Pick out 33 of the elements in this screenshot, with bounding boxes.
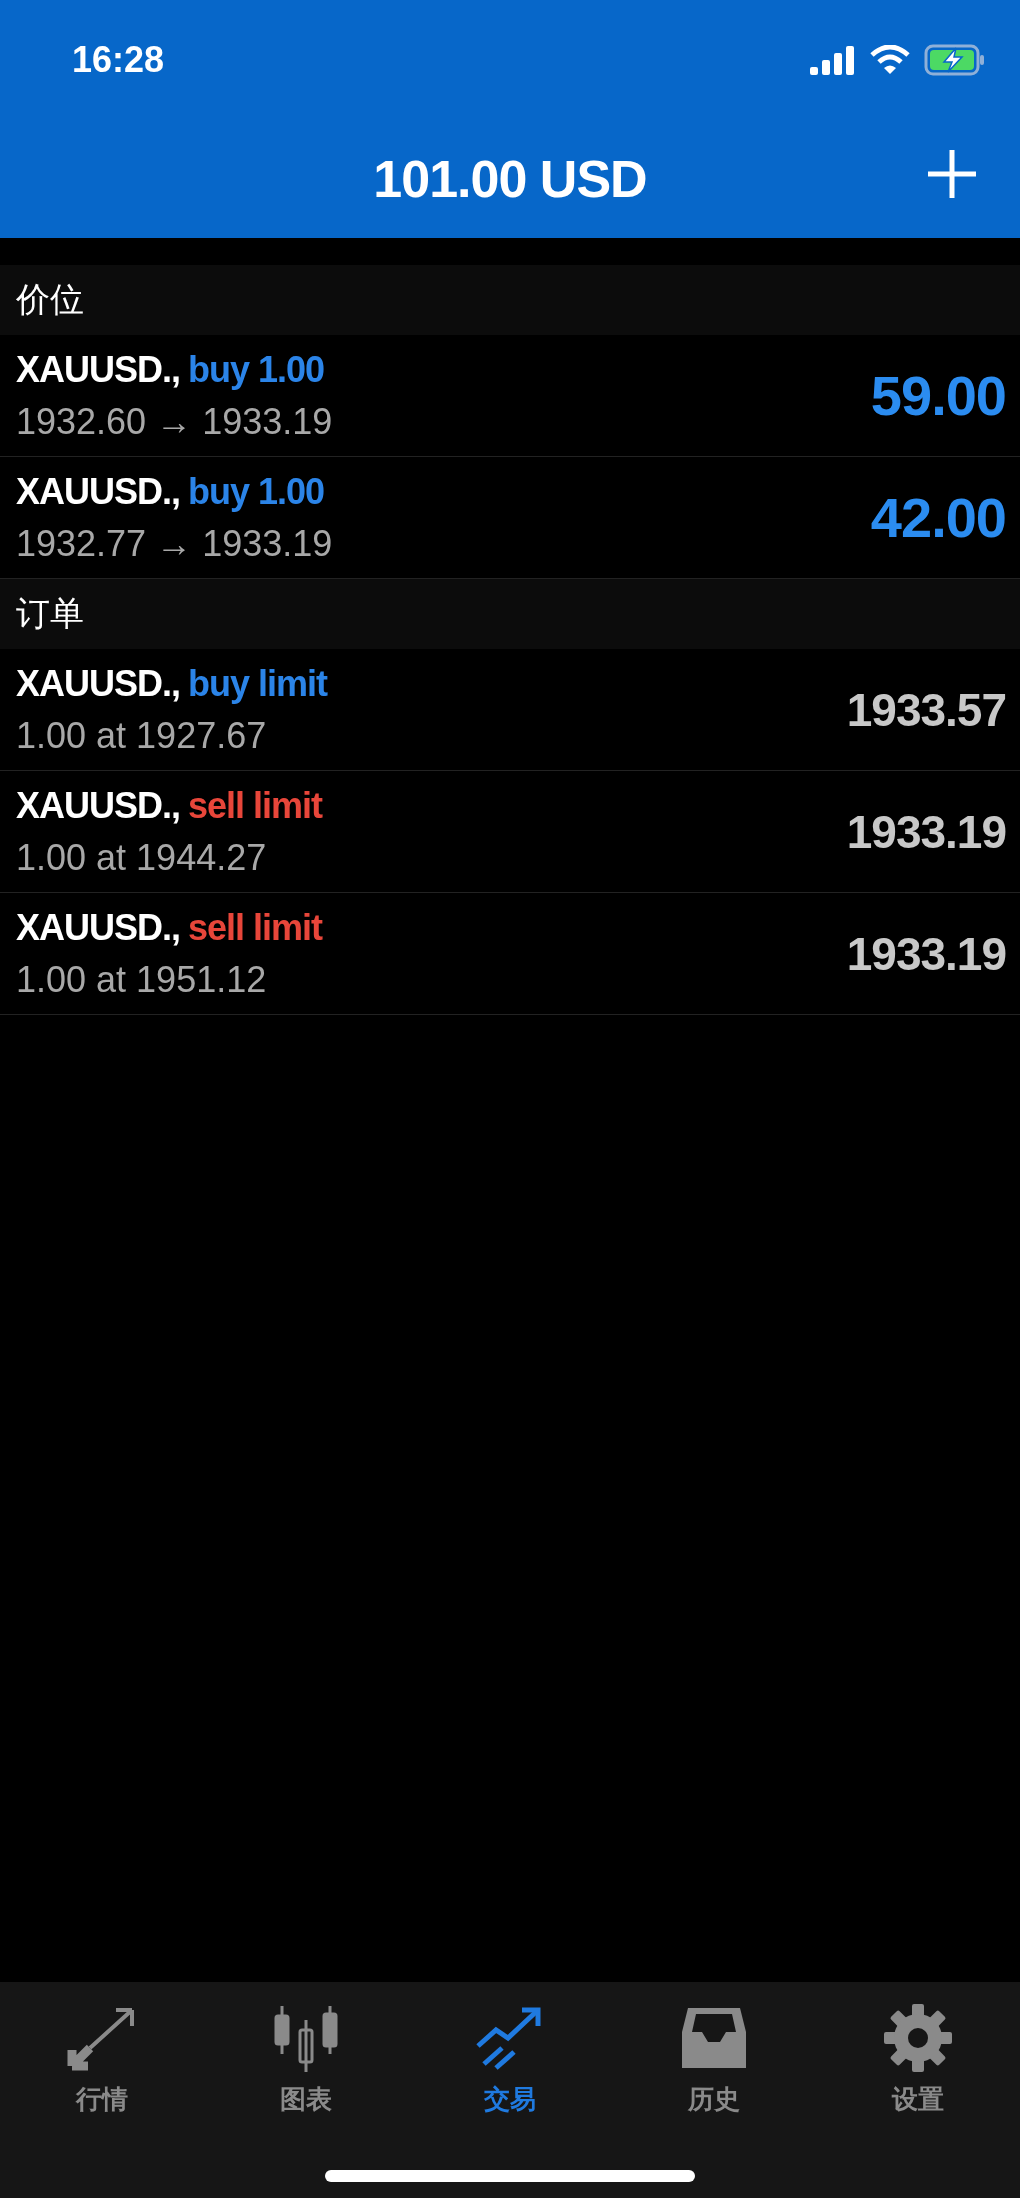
trade-type-label: buy 1.00 bbox=[188, 470, 325, 513]
wifi-icon bbox=[870, 45, 910, 75]
tab-bar-item[interactable]: 历史 bbox=[634, 1998, 794, 2121]
price-detail: 1.00 at 1927.67 bbox=[16, 714, 268, 757]
price-detail: 1932.77 → 1933.19 bbox=[16, 522, 333, 565]
current-price: 1933.57 bbox=[846, 682, 1006, 737]
price-detail: 1932.60 → 1933.19 bbox=[16, 400, 333, 443]
trade-type-label: sell limit bbox=[188, 784, 323, 827]
tab-bar-item[interactable]: 设置 bbox=[838, 1998, 998, 2121]
trade-type-label: buy 1.00 bbox=[188, 348, 325, 391]
profit-value: 59.00 bbox=[870, 363, 1006, 428]
section-title: 价位 bbox=[16, 279, 84, 320]
symbol-label: XAUUSD., bbox=[16, 470, 181, 513]
price-detail: 1.00 at 1951.12 bbox=[16, 958, 268, 1001]
tab-bar-item[interactable]: 行情 bbox=[22, 1998, 182, 2121]
section-title: 订单 bbox=[16, 593, 84, 634]
symbol-label: XAUUSD., bbox=[16, 906, 181, 949]
price-detail: 1.00 at 1944.27 bbox=[16, 836, 268, 879]
status-time: 16:28 bbox=[72, 39, 165, 81]
symbol-label: XAUUSD., bbox=[16, 348, 181, 391]
settings-icon bbox=[882, 2002, 954, 2074]
trade-type-label: buy limit bbox=[188, 662, 328, 705]
symbol-label: XAUUSD., bbox=[16, 662, 181, 705]
current-price: 1933.19 bbox=[846, 804, 1006, 859]
signal-icon bbox=[810, 45, 856, 75]
tab-bar-item[interactable]: 交易 bbox=[430, 1998, 590, 2121]
plus-icon bbox=[926, 148, 978, 200]
profit-value: 42.00 bbox=[870, 485, 1006, 550]
tab-bar-item[interactable]: 图表 bbox=[226, 1998, 386, 2121]
current-price: 1933.19 bbox=[846, 926, 1006, 981]
trade-type-label: sell limit bbox=[188, 906, 323, 949]
account-balance-title: 101.00 USD bbox=[373, 149, 647, 209]
symbol-label: XAUUSD., bbox=[16, 784, 181, 827]
